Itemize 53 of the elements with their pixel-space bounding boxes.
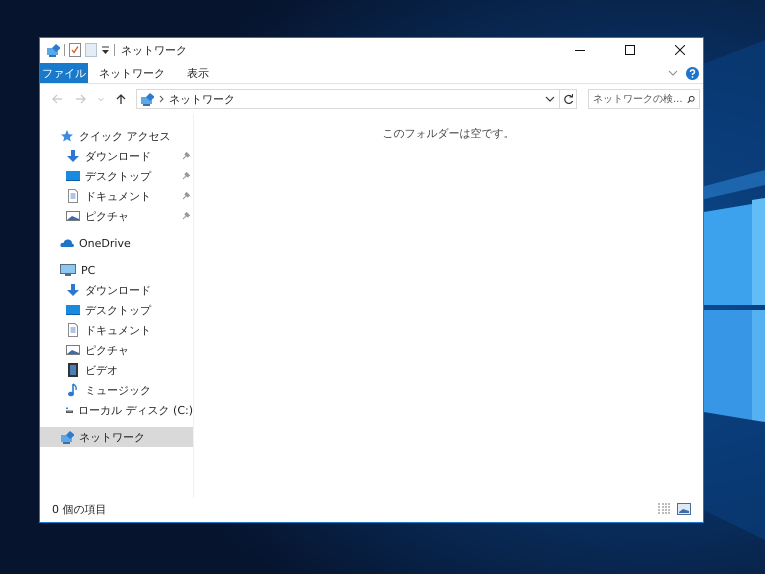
- ribbon-tab[interactable]: 表示: [176, 63, 220, 83]
- nav-item[interactable]: ダウンロード: [40, 280, 193, 300]
- file-menu-tab[interactable]: ファイル: [40, 63, 88, 83]
- chevron-down-icon[interactable]: [545, 95, 555, 103]
- item-count: 0 個の項目: [52, 502, 108, 516]
- nav-item[interactable]: ピクチャ: [40, 206, 193, 226]
- nav-item[interactable]: ドキュメント: [40, 320, 193, 340]
- back-arrow-icon: [51, 93, 63, 105]
- large-icons-view-icon[interactable]: [677, 503, 691, 515]
- picture-icon: [66, 343, 80, 357]
- maximize-icon: [625, 45, 635, 55]
- address-bar[interactable]: ネットワーク: [136, 89, 560, 109]
- forward-arrow-icon: [75, 93, 87, 105]
- refresh-button[interactable]: [560, 89, 577, 109]
- nav-item[interactable]: クイック アクセス: [40, 126, 193, 146]
- nav-item[interactable]: ローカル ディスク (C:): [40, 400, 193, 420]
- network-icon: [60, 430, 74, 444]
- nav-item[interactable]: デスクトップ: [40, 166, 193, 186]
- window-title: ネットワーク: [121, 42, 188, 58]
- document-icon: [66, 189, 80, 203]
- ribbon-tab[interactable]: ネットワーク: [88, 63, 176, 83]
- nav-item[interactable]: ダウンロード: [40, 146, 193, 166]
- network-icon: [140, 92, 154, 106]
- network-icon: [46, 43, 60, 57]
- nav-item[interactable]: ドキュメント: [40, 186, 193, 206]
- refresh-icon: [562, 94, 574, 104]
- picture-icon: [66, 209, 80, 223]
- nav-item[interactable]: ネットワーク: [40, 427, 193, 447]
- music-note-icon: [66, 383, 80, 397]
- monitor-icon: [60, 263, 76, 277]
- nav-item[interactable]: デスクトップ: [40, 300, 193, 320]
- desktop-icon: [66, 303, 80, 317]
- download-arrow-icon: [66, 283, 80, 297]
- checklist-icon[interactable]: [69, 43, 81, 57]
- close-icon: [675, 45, 685, 55]
- search-icon: [687, 94, 695, 104]
- nav-item[interactable]: OneDrive: [40, 233, 193, 253]
- empty-folder-message: このフォルダーは空です。: [382, 126, 514, 142]
- star-icon: [60, 129, 74, 143]
- download-arrow-icon: [66, 149, 80, 163]
- film-icon: [66, 363, 80, 377]
- dropdown-caret-icon[interactable]: [101, 45, 110, 55]
- up-arrow-icon: [115, 93, 127, 105]
- nav-item[interactable]: PC: [40, 260, 193, 280]
- help-icon[interactable]: [686, 66, 699, 80]
- nav-item[interactable]: ミュージック: [40, 380, 193, 400]
- nav-item[interactable]: ピクチャ: [40, 340, 193, 360]
- document-icon: [66, 323, 80, 337]
- desktop-icon: [66, 169, 80, 183]
- nav-item[interactable]: ビデオ: [40, 360, 193, 380]
- search-field[interactable]: ネットワークの検...: [588, 89, 700, 109]
- details-view-icon[interactable]: [657, 503, 671, 515]
- breadcrumb-chevron-icon: [159, 95, 164, 103]
